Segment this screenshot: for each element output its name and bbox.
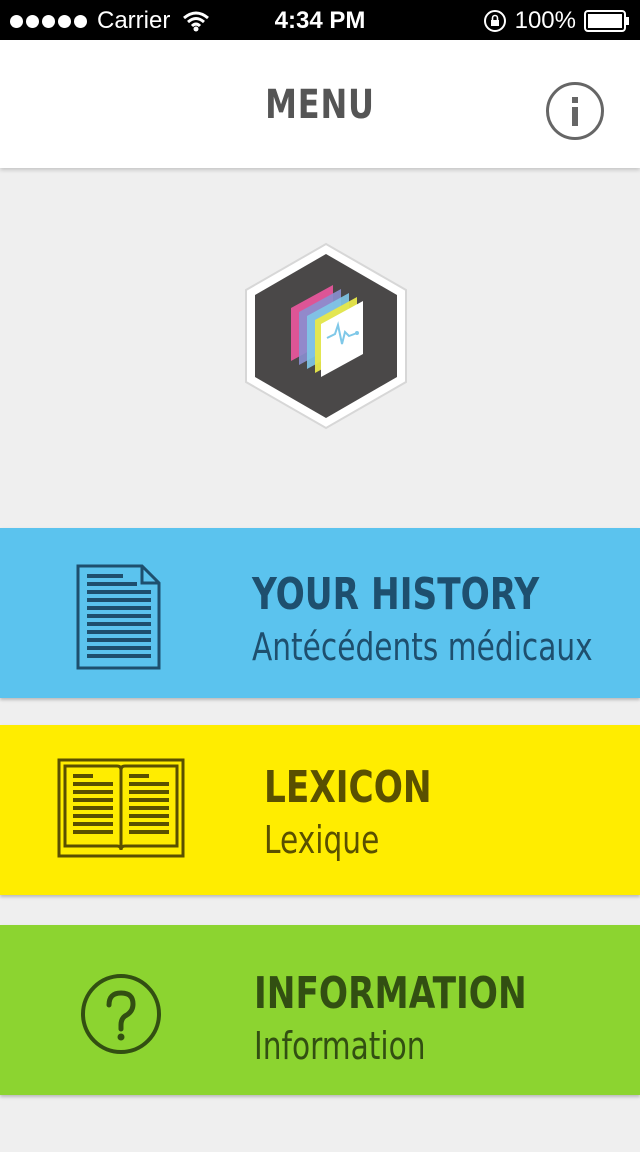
page-title: MENU	[265, 82, 375, 128]
orientation-lock-icon	[483, 10, 506, 32]
question-icon	[81, 974, 161, 1054]
document-icon	[76, 564, 161, 670]
app-logo	[245, 242, 407, 430]
menu-item-title: LEXICON	[264, 762, 432, 813]
menu-item-title: YOUR HISTORY	[252, 569, 540, 620]
menu-item-subtitle: Lexique	[264, 818, 380, 862]
menu-item-lexicon[interactable]: LEXICON Lexique	[0, 725, 640, 895]
menu-item-title: INFORMATION	[254, 968, 527, 1019]
status-bar: Carrier 4:34 PM 100%	[0, 0, 640, 40]
menu-item-history[interactable]: YOUR HISTORY Antécédents médicaux	[0, 528, 640, 698]
battery-icon	[584, 10, 629, 32]
info-icon	[572, 97, 578, 126]
menu-item-history-text: YOUR HISTORY Antécédents médicaux	[252, 570, 640, 670]
menu-item-subtitle: Information	[254, 1024, 426, 1068]
info-button[interactable]	[546, 82, 604, 140]
menu-item-lexicon-text: LEXICON Lexique	[264, 763, 479, 863]
battery-percentage: 100%	[514, 7, 576, 34]
nav-header: MENU	[0, 40, 640, 168]
menu-item-information-text: INFORMATION Information	[254, 969, 604, 1069]
status-right: 100%	[483, 7, 630, 35]
menu-item-subtitle: Antécédents médicaux	[252, 625, 593, 669]
menu-item-information[interactable]: INFORMATION Information	[0, 925, 640, 1095]
book-icon	[57, 758, 185, 858]
